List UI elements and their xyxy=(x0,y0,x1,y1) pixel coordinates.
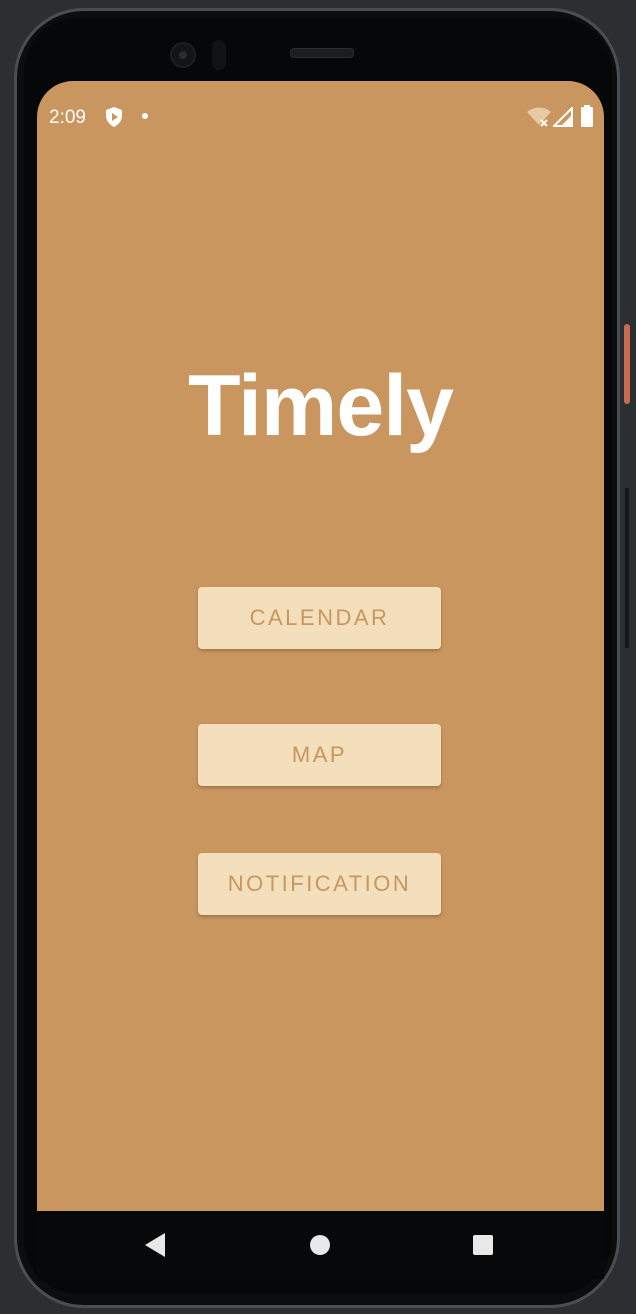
status-time: 2:09 xyxy=(49,107,86,128)
app-screen: 2:09 Timely CALENDAR MAP NOTIFICATION xyxy=(37,81,604,1211)
app-title: Timely xyxy=(188,358,454,454)
cell-signal-icon xyxy=(553,107,573,127)
map-button[interactable]: MAP xyxy=(198,724,441,786)
notification-dot-icon xyxy=(142,113,148,119)
device-frame: 2:09 Timely CALENDAR MAP NOTIFICATION xyxy=(0,0,636,1314)
front-camera xyxy=(170,42,196,68)
calendar-button[interactable]: CALENDAR xyxy=(198,587,441,649)
notification-button[interactable]: NOTIFICATION xyxy=(198,853,441,915)
home-circle-icon[interactable] xyxy=(310,1235,330,1255)
shield-play-icon xyxy=(106,107,122,127)
navigation-bar xyxy=(37,1211,604,1279)
status-bar: 2:09 xyxy=(37,81,604,153)
power-button xyxy=(624,324,630,404)
recent-apps-square-icon[interactable] xyxy=(473,1235,493,1255)
back-triangle-icon[interactable] xyxy=(145,1233,165,1257)
earpiece-speaker xyxy=(290,48,354,58)
proximity-sensor xyxy=(212,40,226,70)
battery-icon xyxy=(581,105,593,127)
wifi-off-icon xyxy=(527,107,551,127)
volume-button xyxy=(625,488,629,648)
